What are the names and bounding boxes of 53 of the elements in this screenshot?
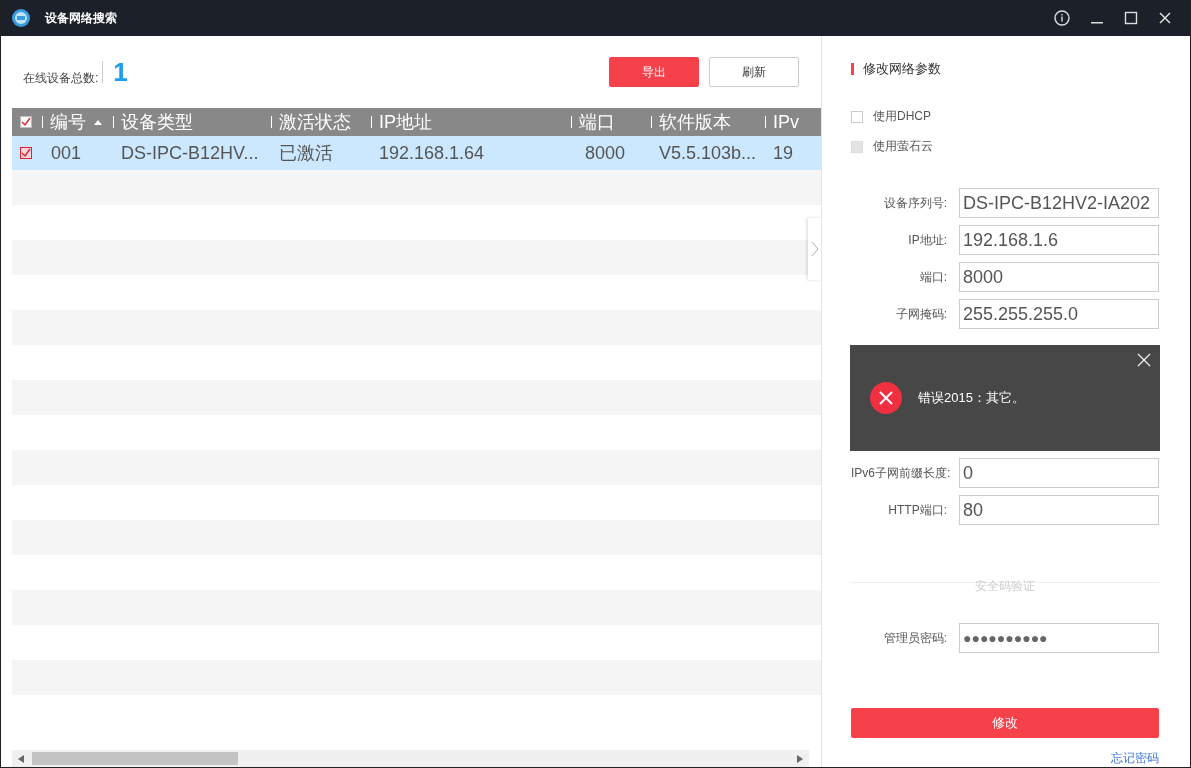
field-label: 子网掩码: <box>894 305 947 323</box>
column-header[interactable]: IPv <box>773 111 799 133</box>
modify-button[interactable]: 修改 <box>851 708 1159 738</box>
column-header[interactable]: 端口 <box>579 110 615 134</box>
table-cell: 8000 <box>585 142 626 164</box>
table-cell: 19 <box>773 142 794 164</box>
forgot-password-link[interactable]: 忘记密码 <box>1111 750 1159 767</box>
checkbox-label: 使用DHCP <box>873 108 931 125</box>
column-header[interactable]: 激活状态 <box>279 110 351 134</box>
error-message: 错误2015：其它。 <box>918 389 1025 407</box>
column-header[interactable]: 软件版本 <box>659 110 731 134</box>
input-field[interactable]: 8000 <box>959 262 1159 292</box>
close-icon[interactable] <box>1158 11 1172 25</box>
row-checkbox[interactable] <box>20 147 32 159</box>
table-cell: 192.168.1.64 <box>379 142 485 164</box>
device-count-label: 在线设备总数: <box>23 69 99 87</box>
password-field[interactable]: ●●●●●●●●●● <box>959 623 1159 653</box>
table-cell-text: 已激活 <box>279 142 333 165</box>
collapse-panel-handle[interactable] <box>808 218 822 280</box>
table-cell: V5.5.103b... <box>659 142 757 164</box>
input-field[interactable]: 80 <box>959 495 1159 525</box>
column-header[interactable]: 设备类型 <box>121 110 193 134</box>
table-cell: 001 <box>51 142 82 164</box>
export-button[interactable]: 导出 <box>609 57 699 87</box>
error-icon <box>870 382 902 414</box>
checkbox-label: 使用萤石云 <box>873 138 933 155</box>
checkbox[interactable] <box>851 110 863 123</box>
field-label: 端口: <box>918 268 947 286</box>
close-icon[interactable] <box>1137 353 1151 367</box>
column-header[interactable]: 编号 <box>50 110 86 134</box>
window-title: 设备网络搜索 <box>45 9 117 27</box>
app-logo-icon <box>11 8 31 28</box>
scroll-left-icon[interactable] <box>18 754 24 763</box>
input-field[interactable]: 255.255.255.0 <box>959 299 1159 329</box>
field-label: IP地址: <box>907 231 947 249</box>
input-field[interactable]: 192.168.1.6 <box>959 225 1159 255</box>
sort-ascending-icon[interactable] <box>94 119 102 125</box>
table-row[interactable]: 001 DS-IPC-B12HV... 已激活 192.168.1.64 8000 V5.5.103b... 19 <box>12 136 821 170</box>
input-field[interactable]: DS-IPC-B12HV2-IA202 <box>959 188 1159 218</box>
refresh-button[interactable]: 刷新 <box>709 57 799 87</box>
select-all-checkbox[interactable] <box>20 116 32 128</box>
column-header[interactable]: IP地址 <box>379 110 432 134</box>
panel-title: 修改网络参数 <box>863 60 941 78</box>
scroll-right-icon[interactable] <box>797 754 803 763</box>
field-label: 管理员密码: <box>882 629 947 647</box>
maximize-icon[interactable] <box>1124 11 1138 25</box>
device-count: 1 <box>113 56 128 88</box>
field-label: HTTP端口: <box>887 501 947 519</box>
info-icon[interactable] <box>1054 10 1070 26</box>
input-field[interactable]: 0 <box>959 458 1159 488</box>
horizontal-scrollbar[interactable] <box>12 750 809 767</box>
table-cell: DS-IPC-B12HV... <box>121 142 259 164</box>
field-label: 设备序列号: <box>882 194 947 212</box>
